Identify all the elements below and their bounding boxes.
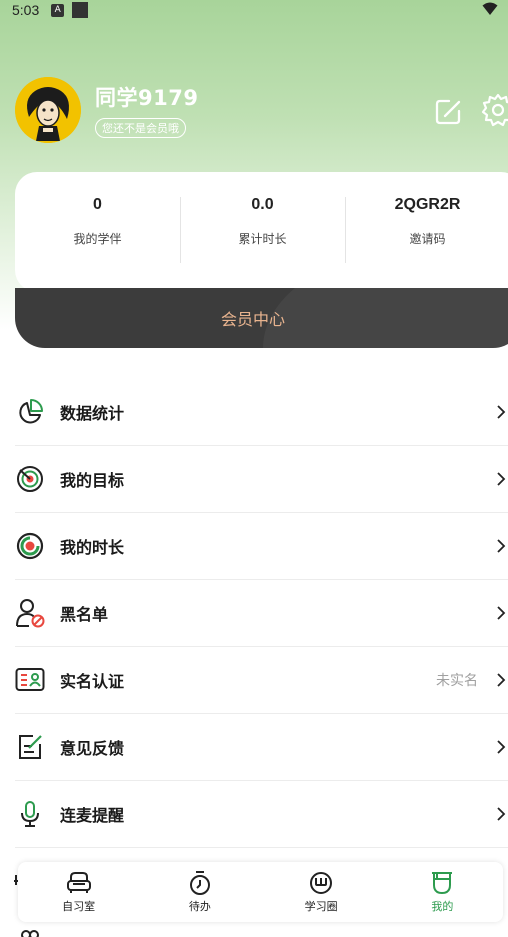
partial-menu-icon — [21, 930, 39, 937]
username: 同学9179 — [95, 86, 199, 110]
bottom-navigation: 自习室 待办 学习圈 我的 — [18, 862, 503, 922]
menu-label: 我的时长 — [60, 538, 125, 557]
gear-icon[interactable] — [481, 93, 508, 127]
menu-item-blacklist[interactable]: 黑名单 — [15, 580, 508, 647]
nav-tab-todo[interactable]: 待办 — [139, 870, 260, 914]
status-time: 5:03 — [12, 2, 40, 18]
nav-label: 我的 — [431, 900, 454, 913]
menu-label: 我的目标 — [60, 471, 125, 490]
stats-card: 0 我的学伴 0.0 累计时长 2QGR2R 邀请码 — [15, 172, 508, 292]
nav-label: 待办 — [188, 900, 211, 913]
menu-item-my-duration[interactable]: 我的时长 — [15, 513, 508, 580]
verification-status: 未实名 — [436, 673, 478, 689]
pie-chart-icon — [15, 397, 45, 427]
menu-label: 数据统计 — [60, 404, 125, 423]
menu-label: 黑名单 — [60, 605, 109, 624]
stat-label: 邀请码 — [409, 232, 446, 246]
stat-invite-code[interactable]: 2QGR2R 邀请码 — [345, 196, 508, 292]
profile-header[interactable]: 同学9179 您还不是会员哦 — [15, 77, 198, 143]
cup-icon — [432, 872, 453, 895]
edit-icon[interactable] — [433, 97, 463, 127]
id-card-icon — [15, 665, 45, 695]
stat-value: 2QGR2R — [394, 196, 461, 213]
blocked-user-icon — [15, 598, 45, 628]
duration-icon — [15, 531, 45, 561]
wifi-icon — [482, 2, 498, 15]
timer-icon — [189, 871, 210, 895]
menu-item-real-name-verification[interactable]: 实名认证 未实名 — [15, 647, 508, 714]
settings-menu: 数据统计 我的目标 我的时长 黑名单 实名认证 未实名 意见反馈 连麦提醒 — [15, 379, 508, 848]
target-icon — [15, 464, 45, 494]
menu-label: 连麦提醒 — [60, 806, 125, 825]
chevron-right-icon — [497, 472, 506, 486]
menu-label: 实名认证 — [60, 672, 125, 691]
study-circle-icon — [310, 872, 333, 894]
menu-item-data-statistics[interactable]: 数据统计 — [15, 379, 508, 446]
stat-label: 我的学伴 — [73, 232, 122, 246]
microphone-icon — [15, 799, 45, 829]
vip-status-badge[interactable]: 您还不是会员哦 — [95, 118, 186, 138]
chevron-right-icon — [497, 807, 506, 821]
nav-tab-mine[interactable]: 我的 — [382, 870, 503, 914]
nav-tab-study-room[interactable]: 自习室 — [18, 870, 139, 914]
avatar-illustration — [15, 77, 81, 143]
nav-label: 学习圈 — [304, 900, 338, 913]
chevron-right-icon — [497, 740, 506, 754]
notification-icon: A — [51, 3, 65, 17]
menu-label: 意见反馈 — [60, 739, 125, 758]
chevron-right-icon — [497, 405, 506, 419]
stat-total-duration[interactable]: 0.0 累计时长 — [180, 196, 345, 292]
stat-label: 累计时长 — [238, 232, 287, 246]
notification-square-icon — [72, 2, 89, 18]
chevron-right-icon — [497, 606, 506, 620]
vip-center-button[interactable]: 会员中心 — [15, 288, 508, 348]
avatar[interactable] — [15, 77, 81, 143]
menu-item-mic-reminder[interactable]: 连麦提醒 — [15, 781, 508, 848]
stat-value: 0 — [93, 196, 102, 213]
nav-tab-study-circle[interactable]: 学习圈 — [261, 870, 382, 914]
menu-item-my-goals[interactable]: 我的目标 — [15, 446, 508, 513]
chevron-right-icon — [497, 539, 506, 553]
nav-label: 自习室 — [62, 900, 96, 913]
feedback-icon — [15, 732, 45, 762]
vip-center-label: 会员中心 — [220, 310, 285, 329]
status-bar: 5:03 A — [0, 0, 508, 20]
stat-study-partners[interactable]: 0 我的学伴 — [15, 196, 180, 292]
stat-value: 0.0 — [251, 196, 274, 213]
chevron-right-icon — [497, 673, 506, 687]
menu-item-feedback[interactable]: 意见反馈 — [15, 714, 508, 781]
armchair-icon — [66, 872, 91, 893]
